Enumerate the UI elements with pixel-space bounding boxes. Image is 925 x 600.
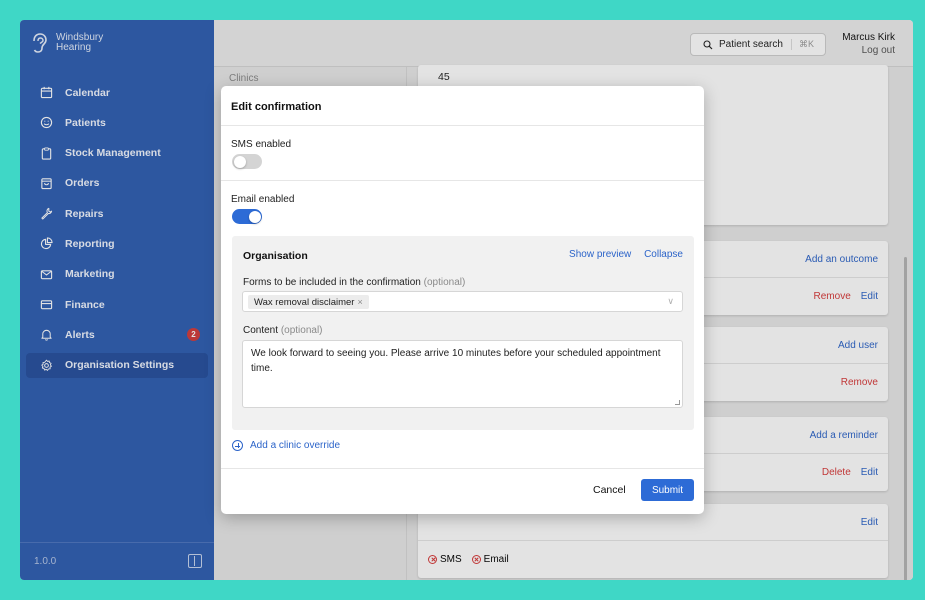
content-value: We look forward to seeing you. Please ar… xyxy=(251,348,661,374)
email-enabled-label: Email enabled xyxy=(231,194,295,205)
forms-optional-hint: (optional) xyxy=(423,277,466,288)
divider xyxy=(221,125,704,126)
resize-handle-icon[interactable] xyxy=(675,400,680,405)
content-optional-hint: (optional) xyxy=(280,325,323,336)
sms-enabled-label: SMS enabled xyxy=(231,139,292,150)
divider xyxy=(221,180,704,181)
toggle-knob xyxy=(233,155,246,168)
remove-chip-icon[interactable]: × xyxy=(357,297,362,307)
chip-label: Wax removal disclaimer xyxy=(254,296,355,308)
content-label-text: Content xyxy=(243,325,279,336)
add-clinic-override-button[interactable]: Add a clinic override xyxy=(232,440,340,451)
modal-title: Edit confirmation xyxy=(231,101,322,113)
collapse-link[interactable]: Collapse xyxy=(644,249,683,260)
chevron-down-icon: ∨ xyxy=(667,296,674,306)
forms-label-text: Forms to be included in the confirmation xyxy=(243,277,421,288)
show-preview-link[interactable]: Show preview xyxy=(569,249,631,260)
submit-button[interactable]: Submit xyxy=(641,479,694,501)
forms-label: Forms to be included in the confirmation… xyxy=(243,277,465,288)
forms-multiselect[interactable]: Wax removal disclaimer × ∨ xyxy=(242,291,683,312)
content-label: Content (optional) xyxy=(243,325,323,336)
content-textarea[interactable]: We look forward to seeing you. Please ar… xyxy=(242,340,683,408)
divider xyxy=(221,468,704,469)
sms-enabled-toggle[interactable] xyxy=(232,154,262,169)
email-enabled-toggle[interactable] xyxy=(232,209,262,224)
plus-circle-icon xyxy=(232,440,243,451)
selected-form-chip: Wax removal disclaimer × xyxy=(248,295,369,309)
add-clinic-override-label: Add a clinic override xyxy=(250,440,341,451)
organisation-title: Organisation xyxy=(243,250,308,262)
cancel-button[interactable]: Cancel xyxy=(593,484,626,496)
edit-confirmation-modal: Edit confirmation SMS enabled Email enab… xyxy=(221,86,704,514)
organisation-panel: Organisation Show preview Collapse Forms… xyxy=(232,236,694,430)
app-window: Windsbury Hearing Calendar Patients Stoc… xyxy=(20,20,913,580)
organisation-actions: Show preview Collapse xyxy=(559,249,683,260)
toggle-knob xyxy=(248,210,261,223)
